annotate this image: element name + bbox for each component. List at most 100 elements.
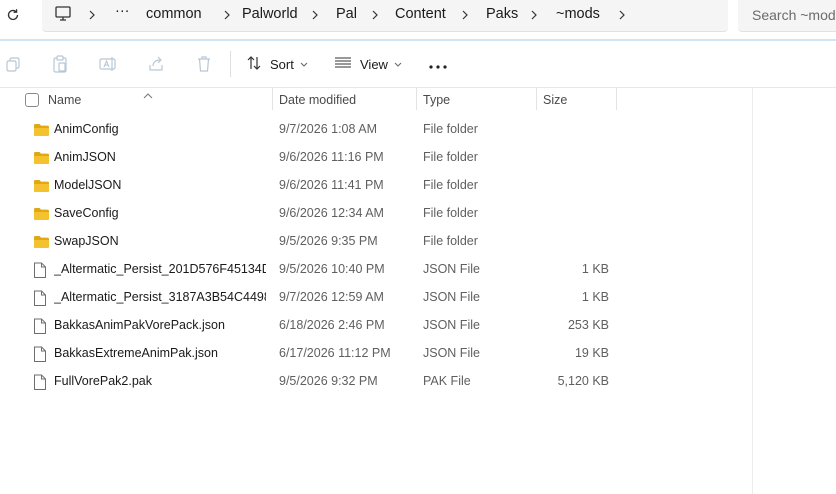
document-icon bbox=[33, 290, 50, 306]
file-date-modified: 9/6/2026 12:34 AM bbox=[279, 206, 384, 220]
file-name: BakkasExtremeAnimPak.json bbox=[54, 346, 218, 360]
column-divider[interactable] bbox=[616, 88, 617, 110]
file-date-modified: 9/5/2026 9:35 PM bbox=[279, 234, 378, 248]
file-date-modified: 9/6/2026 11:16 PM bbox=[279, 150, 384, 164]
file-size: 1 KB bbox=[581, 262, 609, 276]
column-size[interactable]: Size bbox=[543, 93, 567, 107]
search-input[interactable]: Search ~mods bbox=[738, 0, 836, 32]
rename-icon[interactable] bbox=[97, 53, 119, 75]
search-placeholder: Search ~mods bbox=[752, 7, 836, 23]
this-pc-icon[interactable] bbox=[54, 4, 72, 26]
select-all-checkbox[interactable] bbox=[25, 93, 39, 107]
file-row[interactable]: FullVorePak2.pak 9/5/2026 9:32 PM PAK File… bbox=[0, 369, 752, 397]
file-size: 1 KB bbox=[581, 290, 609, 304]
breadcrumb-mods[interactable]: ~mods bbox=[556, 6, 600, 22]
more-button[interactable] bbox=[428, 52, 448, 78]
chevron-down-icon bbox=[394, 62, 402, 67]
file-name: SwapJSON bbox=[54, 234, 119, 248]
view-icon bbox=[334, 56, 352, 73]
folder-row[interactable]: SwapJSON 9/5/2026 9:35 PM File folder bbox=[0, 229, 752, 257]
copy-icon[interactable] bbox=[2, 53, 24, 75]
chevron-right-icon[interactable] bbox=[222, 9, 232, 21]
view-label: View bbox=[360, 56, 388, 72]
file-name: _Altermatic_Persist_3187A3B54C4498C... bbox=[54, 290, 266, 304]
folder-row[interactable]: AnimConfig 9/7/2026 1:08 AM File folder bbox=[0, 117, 752, 145]
view-button[interactable]: View bbox=[334, 51, 402, 77]
file-name: FullVorePak2.pak bbox=[54, 374, 152, 388]
file-name: _Altermatic_Persist_201D576F45134D4... bbox=[54, 262, 266, 276]
paste-icon[interactable] bbox=[49, 53, 71, 75]
sort-label: Sort bbox=[270, 56, 294, 72]
breadcrumb-palworld[interactable]: Palworld bbox=[242, 6, 298, 22]
document-icon bbox=[33, 318, 50, 334]
command-bar: Sort View bbox=[0, 41, 836, 88]
column-date-modified[interactable]: Date modified bbox=[279, 93, 356, 107]
folder-row[interactable]: SaveConfig 9/6/2026 12:34 AM File folder bbox=[0, 201, 752, 229]
file-row[interactable]: BakkasExtremeAnimPak.json 6/17/2026 11:12… bbox=[0, 341, 752, 369]
file-row[interactable]: _Altermatic_Persist_3187A3B54C4498C... 9/… bbox=[0, 285, 752, 313]
file-type: JSON File bbox=[423, 290, 480, 304]
document-icon bbox=[33, 374, 50, 390]
chevron-down-icon bbox=[300, 62, 308, 67]
folder-icon bbox=[33, 206, 50, 222]
document-icon bbox=[33, 262, 50, 278]
refresh-icon[interactable] bbox=[4, 6, 22, 24]
file-name: BakkasAnimPakVorePack.json bbox=[54, 318, 225, 332]
column-divider[interactable] bbox=[536, 88, 537, 110]
sort-icon bbox=[246, 55, 262, 74]
file-date-modified: 6/18/2026 2:46 PM bbox=[279, 318, 385, 332]
address-bar[interactable]: ··· common Palworld Pal Content Paks ~mo… bbox=[42, 0, 728, 32]
file-date-modified: 9/5/2026 10:40 PM bbox=[279, 262, 385, 276]
file-size: 253 KB bbox=[567, 318, 609, 332]
file-name: ModelJSON bbox=[54, 178, 122, 192]
sort-button[interactable]: Sort bbox=[246, 51, 308, 77]
breadcrumb-content[interactable]: Content bbox=[395, 6, 446, 22]
column-divider[interactable] bbox=[272, 88, 273, 110]
file-type: File folder bbox=[423, 178, 478, 192]
folder-icon bbox=[33, 234, 50, 250]
chevron-right-icon[interactable] bbox=[87, 9, 97, 21]
file-type: File folder bbox=[423, 206, 478, 220]
file-date-modified: 6/17/2026 11:12 PM bbox=[279, 346, 391, 360]
file-date-modified: 9/7/2026 12:59 AM bbox=[279, 290, 384, 304]
file-type: File folder bbox=[423, 234, 478, 248]
file-date-modified: 9/6/2026 11:41 PM bbox=[279, 178, 384, 192]
file-name: AnimConfig bbox=[54, 122, 119, 136]
file-date-modified: 9/5/2026 9:32 PM bbox=[279, 374, 378, 388]
file-date-modified: 9/7/2026 1:08 AM bbox=[279, 122, 377, 136]
column-type[interactable]: Type bbox=[423, 93, 450, 107]
delete-icon[interactable] bbox=[193, 53, 215, 75]
file-type: File folder bbox=[423, 150, 478, 164]
breadcrumb-pal[interactable]: Pal bbox=[336, 6, 357, 22]
file-row[interactable]: BakkasAnimPakVorePack.json 6/18/2026 2:46… bbox=[0, 313, 752, 341]
more-icon bbox=[428, 58, 448, 73]
address-row: ··· common Palworld Pal Content Paks ~mo… bbox=[0, 0, 836, 41]
folder-icon bbox=[33, 178, 50, 194]
chevron-right-icon[interactable] bbox=[529, 9, 539, 21]
column-divider[interactable] bbox=[416, 88, 417, 110]
share-icon[interactable] bbox=[145, 53, 167, 75]
chevron-right-icon[interactable] bbox=[460, 9, 470, 21]
file-name: SaveConfig bbox=[54, 206, 119, 220]
folder-row[interactable]: AnimJSON 9/6/2026 11:16 PM File folder bbox=[0, 145, 752, 173]
file-row[interactable]: _Altermatic_Persist_201D576F45134D4... 9/… bbox=[0, 257, 752, 285]
file-type: File folder bbox=[423, 122, 478, 136]
chevron-right-icon[interactable] bbox=[370, 9, 380, 21]
file-type: JSON File bbox=[423, 318, 480, 332]
breadcrumb-overflow[interactable]: ··· bbox=[115, 3, 130, 19]
breadcrumb-paks[interactable]: Paks bbox=[486, 6, 518, 22]
pane-divider bbox=[752, 88, 753, 494]
chevron-right-icon[interactable] bbox=[310, 9, 320, 21]
file-type: PAK File bbox=[423, 374, 471, 388]
column-header-row: Name Date modified Type Size bbox=[0, 88, 752, 112]
folder-row[interactable]: ModelJSON 9/6/2026 11:41 PM File folder bbox=[0, 173, 752, 201]
file-type: JSON File bbox=[423, 262, 480, 276]
command-separator bbox=[230, 51, 231, 77]
file-type: JSON File bbox=[423, 346, 480, 360]
breadcrumb-common[interactable]: common bbox=[146, 6, 202, 22]
folder-icon bbox=[33, 122, 50, 138]
column-name[interactable]: Name bbox=[48, 93, 81, 107]
file-size: 5,120 KB bbox=[557, 374, 609, 388]
chevron-right-icon[interactable] bbox=[617, 9, 627, 21]
document-icon bbox=[33, 346, 50, 362]
